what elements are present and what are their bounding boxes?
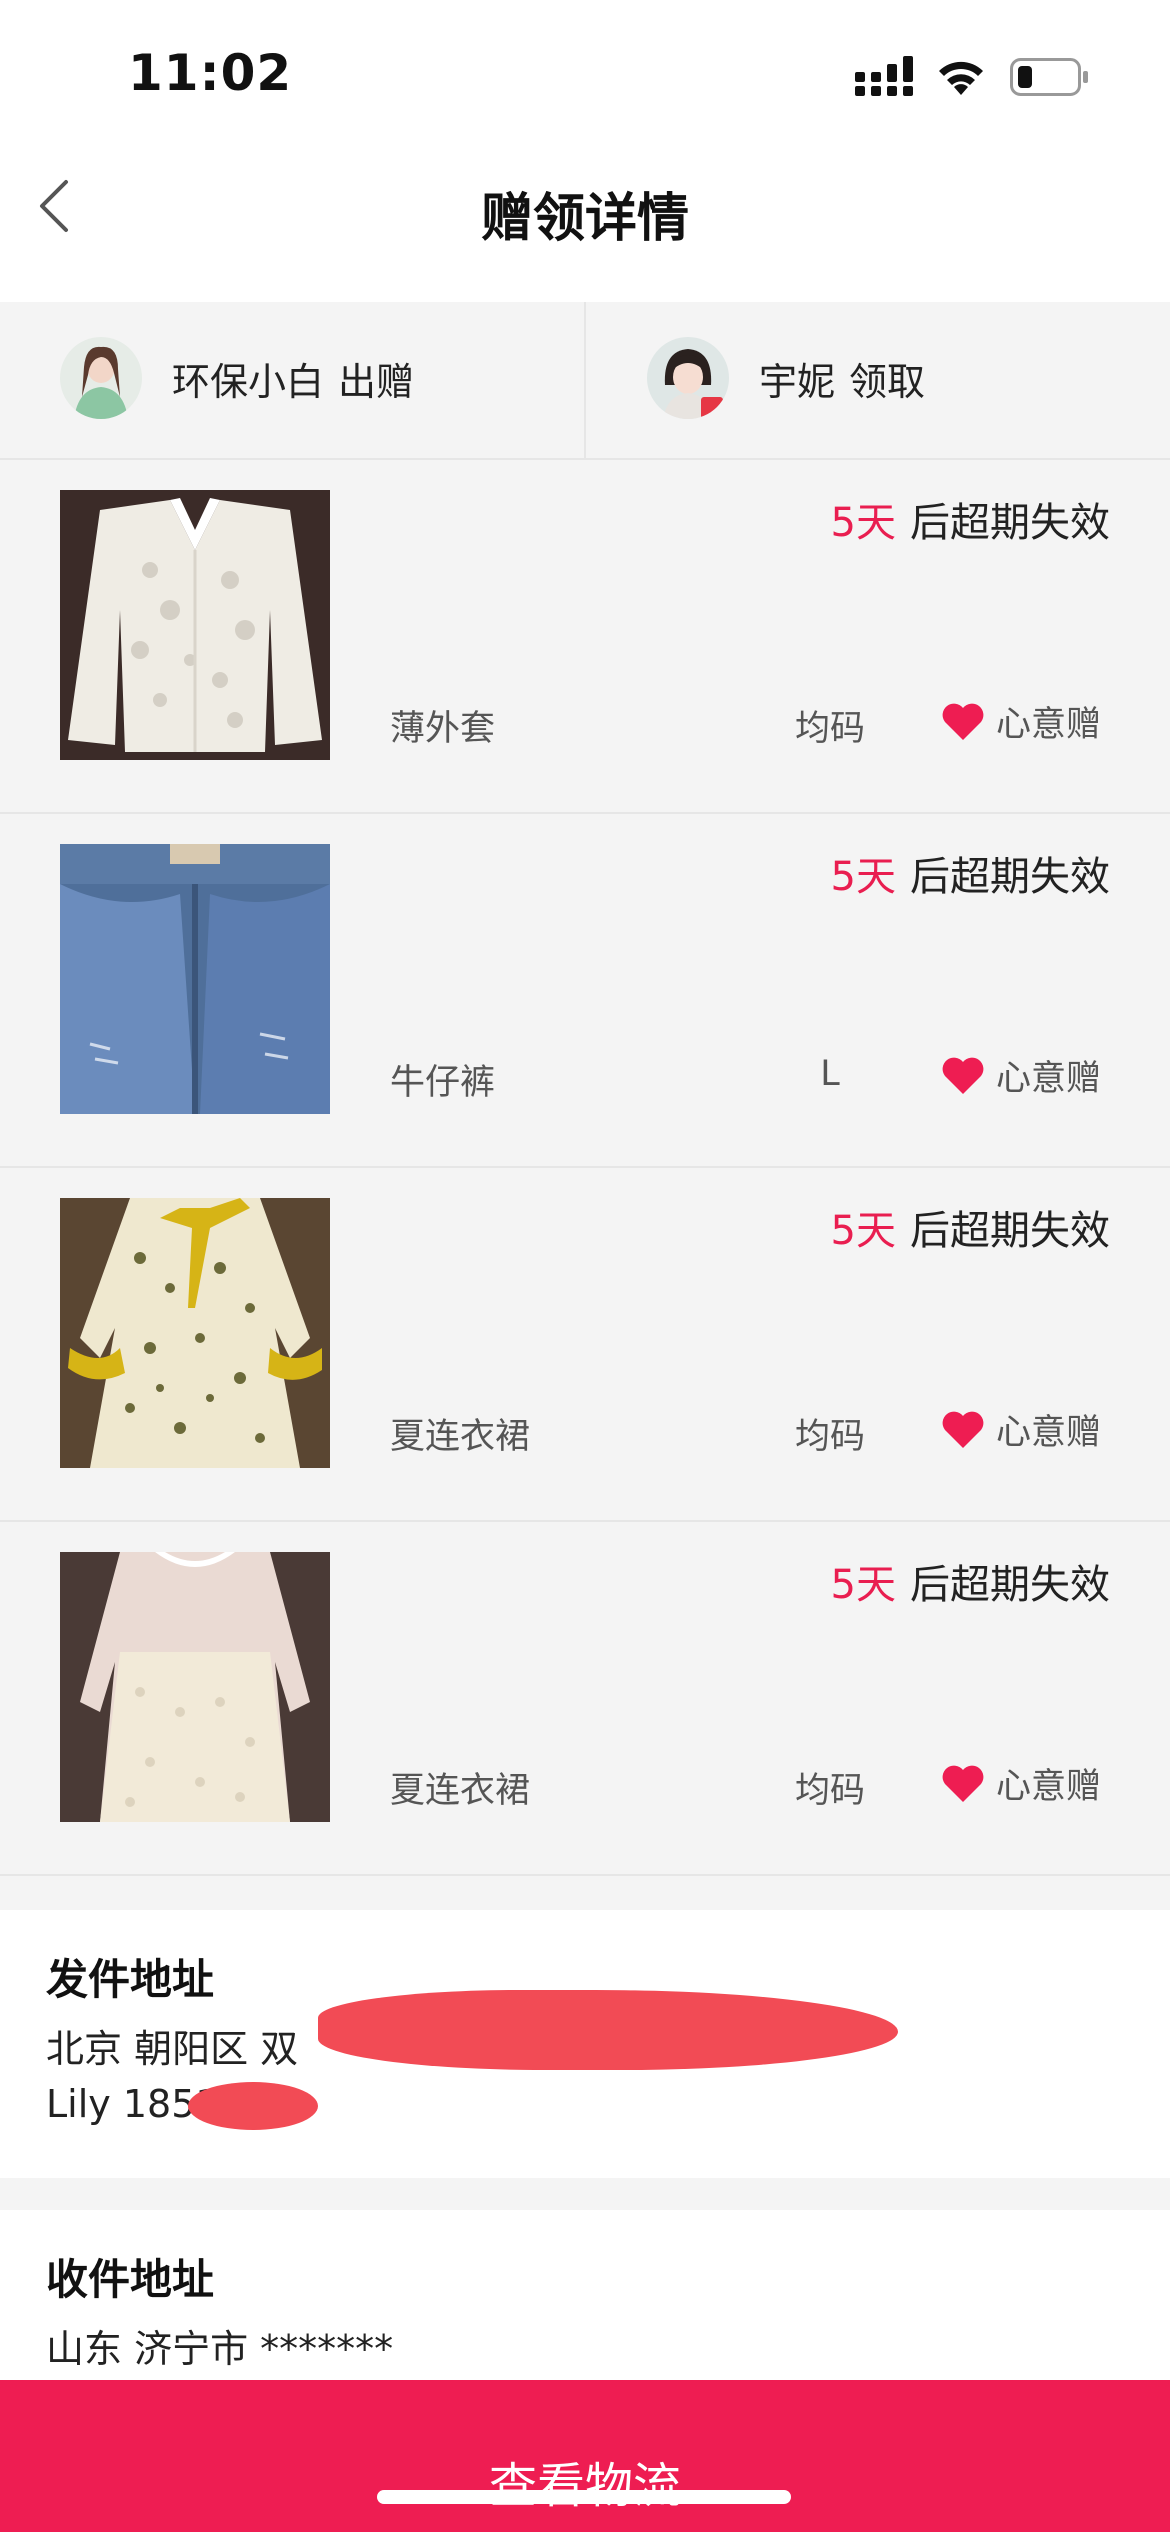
item-photo bbox=[60, 844, 330, 1114]
status-time: 11:02 bbox=[128, 44, 293, 102]
item-size: 均码 bbox=[794, 709, 865, 749]
taker-label: 宇妮 领取 bbox=[759, 351, 939, 406]
home-indicator bbox=[377, 2490, 791, 2504]
taker-role: 领取 bbox=[849, 359, 926, 404]
item-photo bbox=[60, 1552, 330, 1822]
expiry-days: 5天 bbox=[830, 1208, 896, 1254]
expiry-suffix: 后超期失效 bbox=[910, 500, 1110, 546]
item-name: 牛仔裤 bbox=[390, 1063, 496, 1103]
gift-type-label: 心意赠 bbox=[996, 1059, 1102, 1099]
taker-info[interactable]: 宇妮 领取 bbox=[647, 336, 939, 420]
gift-type-badge: 心意赠 bbox=[940, 696, 1101, 747]
participants-bar: 环保小白 出赠 宇妮 领取 bbox=[0, 302, 1170, 460]
receiver-address-section: 收件地址 山东 济宁市 ******* bbox=[0, 2210, 1170, 2380]
giver-name: 环保小白 bbox=[172, 359, 325, 404]
status-bar: 11:02 bbox=[0, 0, 1170, 150]
expiry-notice: 5天 后超期失效 bbox=[831, 490, 1110, 548]
expiry-suffix: 后超期失效 bbox=[910, 1208, 1110, 1254]
item-size: 均码 bbox=[794, 1417, 865, 1457]
gift-item[interactable]: 5天 后超期失效 薄外套 均码 心意赠 bbox=[0, 460, 1170, 814]
expiry-days: 5天 bbox=[830, 500, 896, 546]
expiry-suffix: 后超期失效 bbox=[910, 854, 1110, 900]
item-size: 均码 bbox=[794, 1771, 865, 1811]
expiry-days: 5天 bbox=[830, 1562, 896, 1608]
expiry-notice: 5天 后超期失效 bbox=[831, 844, 1110, 902]
giver-avatar bbox=[60, 337, 142, 419]
gift-item[interactable]: 5天 后超期失效 夏连衣裙 均码 心意赠 bbox=[0, 1522, 1170, 1876]
section-gap bbox=[0, 1876, 1170, 1910]
heart-icon bbox=[942, 703, 984, 740]
taker-name: 宇妮 bbox=[759, 359, 836, 404]
gift-type-label: 心意赠 bbox=[996, 1767, 1102, 1807]
wifi-icon bbox=[939, 61, 983, 95]
page-title: 赠领详情 bbox=[480, 189, 689, 249]
heart-icon bbox=[942, 1411, 984, 1448]
sender-address-line: 北京 朝阳区 双 bbox=[46, 2027, 299, 2071]
view-logistics-button[interactable]: 查看物流 bbox=[0, 2380, 1170, 2532]
expiry-notice: 5天 后超期失效 bbox=[831, 1552, 1110, 1610]
receiver-address-title: 收件地址 bbox=[46, 2255, 215, 2304]
item-photo bbox=[60, 1198, 330, 1468]
receiver-address-line: 山东 济宁市 ******* bbox=[46, 2327, 394, 2371]
item-size: L bbox=[820, 1054, 840, 1094]
item-name: 夏连衣裙 bbox=[390, 1771, 531, 1811]
gift-item[interactable]: 5天 后超期失效 夏连衣裙 均码 心意赠 bbox=[0, 1168, 1170, 1522]
section-gap bbox=[0, 2178, 1170, 2210]
taker-avatar bbox=[647, 337, 729, 419]
giver-role: 出赠 bbox=[338, 359, 415, 404]
gift-type-badge: 心意赠 bbox=[940, 1758, 1101, 1809]
redaction-mark bbox=[318, 1990, 898, 2070]
redaction-mark bbox=[188, 2082, 318, 2130]
sender-address-section: 发件地址 北京 朝阳区 双 Lily 1851 344 bbox=[0, 1910, 1170, 2178]
expiry-suffix: 后超期失效 bbox=[910, 1562, 1110, 1608]
gift-type-label: 心意赠 bbox=[996, 1413, 1102, 1453]
participants-divider bbox=[584, 302, 586, 460]
cellular-signal-icon bbox=[855, 56, 913, 96]
expiry-days: 5天 bbox=[830, 854, 896, 900]
item-photo bbox=[60, 490, 330, 760]
giver-info[interactable]: 环保小白 出赠 bbox=[60, 336, 428, 420]
giver-label: 环保小白 出赠 bbox=[172, 351, 428, 406]
gift-type-badge: 心意赠 bbox=[940, 1404, 1101, 1455]
screen: 11:02 赠领详情 环保小白 出赠 宇妮 领取 5天 后超期失效 薄外套 均码… bbox=[0, 0, 1170, 2532]
gift-type-label: 心意赠 bbox=[996, 705, 1102, 745]
item-name: 夏连衣裙 bbox=[390, 1417, 531, 1457]
expiry-notice: 5天 后超期失效 bbox=[831, 1198, 1110, 1256]
gift-item[interactable]: 5天 后超期失效 牛仔裤 L 心意赠 bbox=[0, 814, 1170, 1168]
heart-icon bbox=[942, 1057, 984, 1094]
battery-icon bbox=[1010, 58, 1088, 96]
item-name: 薄外套 bbox=[390, 709, 496, 749]
heart-icon bbox=[942, 1765, 984, 1802]
sender-address-title: 发件地址 bbox=[46, 1955, 215, 2004]
gift-type-badge: 心意赠 bbox=[940, 1050, 1101, 1101]
